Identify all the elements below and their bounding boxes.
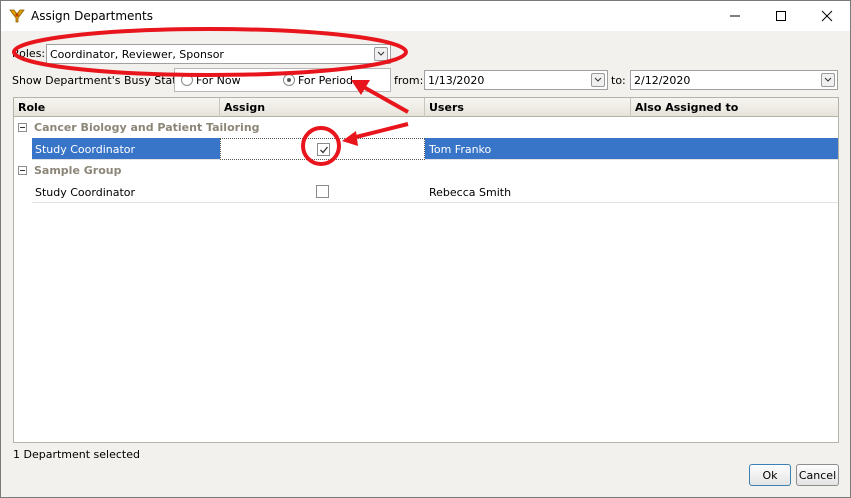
assign-checkbox[interactable] — [316, 185, 329, 198]
users-cell: Rebecca Smith — [429, 186, 512, 199]
from-date-picker[interactable]: 1/13/2020 — [424, 70, 608, 90]
minimize-button[interactable] — [712, 1, 758, 31]
to-label: to: — [611, 74, 626, 87]
status-text: 1 Department selected — [13, 448, 140, 461]
group-label: Sample Group — [34, 164, 122, 177]
column-header-assign[interactable]: Assign — [220, 98, 425, 117]
collapse-icon[interactable] — [18, 166, 27, 175]
table-row[interactable]: Study Coordinator Rebecca Smith — [32, 181, 838, 203]
to-date-picker[interactable]: 2/12/2020 — [630, 70, 838, 90]
departments-grid: Role Assign Users Also Assigned to Cance… — [13, 97, 839, 443]
window-title: Assign Departments — [31, 9, 153, 23]
to-date-dropdown-button[interactable] — [821, 73, 835, 87]
roles-value: Coordinator, Reviewer, Sponsor — [50, 48, 224, 61]
column-header-users[interactable]: Users — [425, 98, 631, 117]
radio-for-now[interactable] — [181, 74, 193, 86]
collapse-icon[interactable] — [18, 123, 27, 132]
from-label: from: — [394, 74, 424, 87]
group-row: Cancer Biology and Patient Tailoring — [14, 118, 838, 138]
from-date-dropdown-button[interactable] — [591, 73, 605, 87]
column-header-also-assigned[interactable]: Also Assigned to — [631, 98, 838, 117]
chevron-down-icon — [377, 51, 385, 56]
ok-button[interactable]: Ok — [749, 464, 791, 486]
radio-for-period-label[interactable]: For Period — [298, 74, 353, 87]
chevron-down-icon — [594, 77, 602, 82]
roles-dropdown[interactable]: Coordinator, Reviewer, Sponsor — [46, 44, 391, 64]
assign-departments-dialog: Assign Departments Roles: Coordinator, R… — [0, 0, 851, 498]
app-logo-icon — [9, 9, 25, 23]
assign-cell[interactable] — [220, 138, 425, 160]
radio-for-period[interactable] — [283, 74, 295, 86]
chevron-down-icon — [824, 77, 832, 82]
group-row: Sample Group — [14, 161, 838, 181]
from-date-value: 1/13/2020 — [428, 74, 485, 87]
users-cell: Tom Franko — [429, 143, 492, 156]
minimize-icon — [730, 15, 740, 17]
cancel-button[interactable]: Cancel — [796, 464, 839, 486]
role-cell: Study Coordinator — [35, 186, 136, 199]
assign-checkbox[interactable] — [317, 143, 330, 156]
checkmark-icon — [320, 146, 329, 154]
close-button[interactable] — [804, 1, 850, 31]
close-icon — [821, 10, 833, 22]
maximize-icon — [776, 11, 786, 21]
roles-dropdown-button[interactable] — [374, 47, 388, 61]
maximize-button[interactable] — [758, 1, 804, 31]
roles-label: Roles: — [12, 47, 46, 60]
busy-status-label: Show Department's Busy Status: — [12, 74, 194, 87]
grid-header: Role Assign Users Also Assigned to — [14, 98, 838, 117]
busy-status-options: For Now For Period — [174, 68, 391, 92]
table-row[interactable]: Study Coordinator Tom Franko — [32, 138, 838, 160]
title-bar[interactable]: Assign Departments — [1, 1, 850, 31]
group-label: Cancer Biology and Patient Tailoring — [34, 121, 260, 134]
role-cell: Study Coordinator — [35, 143, 136, 156]
radio-for-now-label[interactable]: For Now — [196, 74, 241, 87]
to-date-value: 2/12/2020 — [634, 74, 691, 87]
column-header-role[interactable]: Role — [14, 98, 220, 117]
assign-cell[interactable] — [220, 181, 425, 203]
